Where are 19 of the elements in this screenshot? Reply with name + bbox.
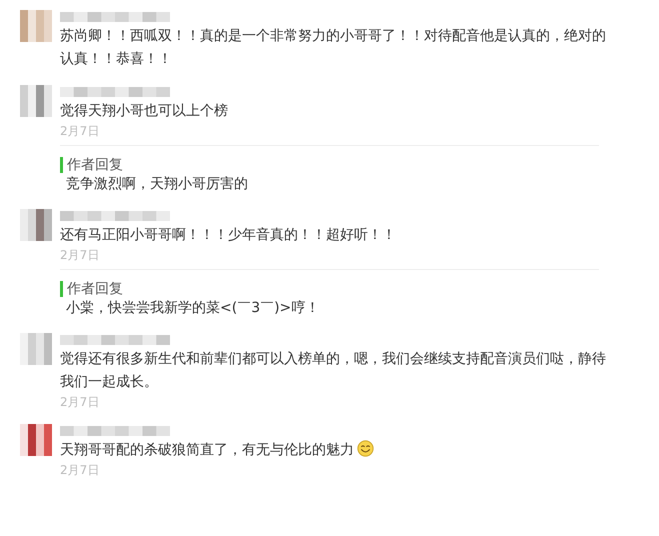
blurred-avatar — [20, 424, 52, 456]
blurred-avatar — [20, 209, 52, 241]
comment-text: 觉得还有很多新生代和前辈们都可以入榜单的，嗯，我们会继续支持配音演员们哒，静待我们一起成长。 — [60, 350, 607, 392]
author-reply-label: 作者回复 — [60, 281, 123, 297]
smiley-icon — [357, 440, 374, 457]
author-reply-label: 作者回复 — [60, 157, 123, 173]
blurred-avatar — [20, 10, 52, 42]
comment-date: 2月7日 — [60, 123, 100, 139]
comment-text: 觉得天翔小哥也可以上个榜 — [60, 102, 229, 121]
reply-text: 小棠，快尝尝我新学的菜<(￣3￣)>哼！ — [65, 299, 320, 318]
comment-text: 还有马正阳小哥哥啊！！！少年音真的！！超好听！！ — [60, 226, 397, 245]
comment-date: 2月7日 — [60, 247, 100, 263]
comment-date: 2月7日 — [60, 394, 100, 410]
blurred-avatar — [20, 333, 52, 365]
blurred-avatar — [20, 85, 52, 117]
reply-text: 竞争激烈啊，天翔小哥厉害的 — [65, 175, 249, 194]
comment-text: 苏尚卿！！西呱双！！真的是一个非常努力的小哥哥了！！对待配音他是认真的，绝对的认真！！恭喜！！ — [60, 27, 607, 69]
comment-date: 2月7日 — [60, 462, 100, 478]
comment-text: 天翔哥哥配的杀破狼简直了，有无与伦比的魅力 — [60, 439, 619, 462]
